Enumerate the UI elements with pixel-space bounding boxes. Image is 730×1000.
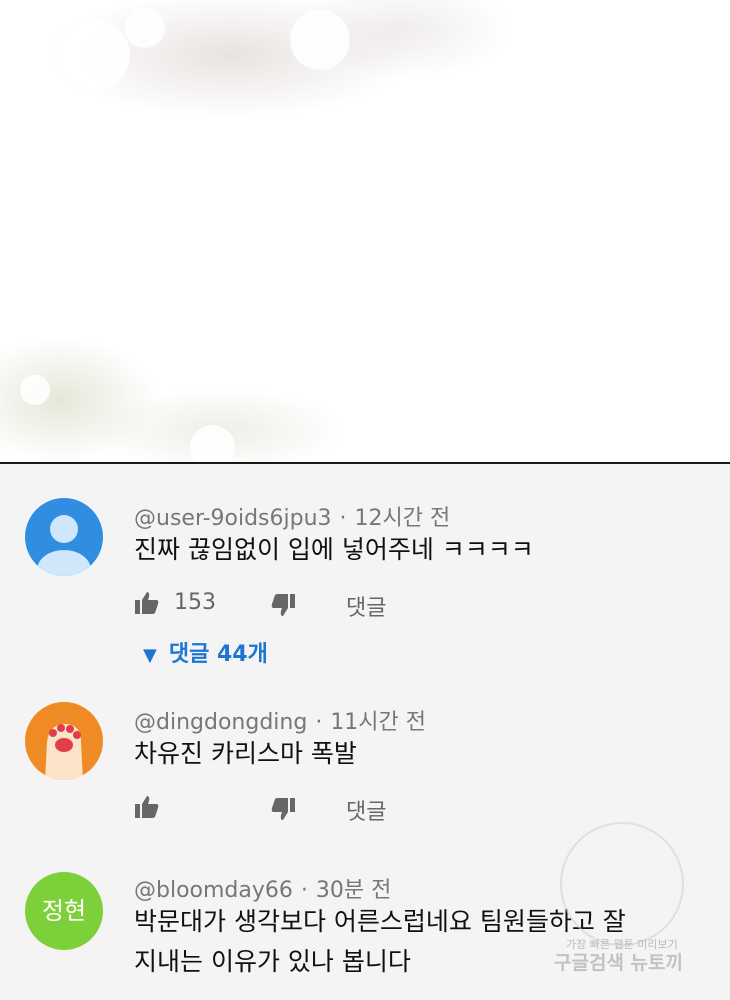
comment-meta: @user-9oids6jpu3 · 12시간 전	[134, 506, 451, 531]
reply-button[interactable]: 댓글	[346, 590, 386, 622]
comment-item: @user-9oids6jpu3 · 12시간 전 진짜 끊임없이 입에 넣어주네 …	[0, 464, 730, 674]
comment-text: 진짜 끊임없이 입에 넣어주네 ㅋㅋㅋㅋ	[134, 535, 534, 564]
watermark-logo	[560, 822, 684, 946]
thumbs-down-icon[interactable]	[270, 592, 296, 618]
comment-author[interactable]: @bloomday66	[134, 878, 293, 903]
initials-avatar[interactable]: 정현	[25, 872, 103, 950]
watermark-title: 구글검색 뉴토끼	[554, 952, 683, 974]
comment-actions: 댓글	[134, 794, 534, 826]
comment-meta: @dingdongding · 11시간 전	[134, 710, 427, 735]
thumbs-up-icon[interactable]	[134, 794, 160, 820]
default-user-avatar[interactable]	[25, 498, 103, 576]
comment-meta: @bloomday66 · 30분 전	[134, 878, 392, 903]
webtoon-panel-art	[0, 0, 730, 470]
comment-actions: 153 댓글	[134, 590, 534, 622]
caret-down-icon: ▼	[143, 645, 157, 666]
comment-time: 30분 전	[315, 878, 392, 903]
reply-button[interactable]: 댓글	[346, 794, 386, 826]
comment-author[interactable]: @user-9oids6jpu3	[134, 506, 332, 531]
view-replies-button[interactable]: ▼ 댓글 44개	[143, 636, 268, 668]
comment-time: 12시간 전	[354, 506, 451, 531]
site-watermark: 가장 빠른 웹툰 미리보기 구글검색 뉴토끼	[548, 810, 718, 980]
comment-text: 차유진 카리스마 폭발	[134, 739, 357, 768]
comment-time: 11시간 전	[330, 710, 427, 735]
thumbs-up-icon[interactable]	[134, 590, 160, 616]
like-count: 153	[174, 590, 216, 615]
comment-author[interactable]: @dingdongding	[134, 710, 307, 735]
thumbs-down-icon[interactable]	[270, 796, 296, 822]
cat-paw-avatar[interactable]	[25, 702, 103, 780]
replies-count-label: 댓글 44개	[168, 642, 268, 667]
avatar-initials: 정현	[41, 897, 87, 925]
